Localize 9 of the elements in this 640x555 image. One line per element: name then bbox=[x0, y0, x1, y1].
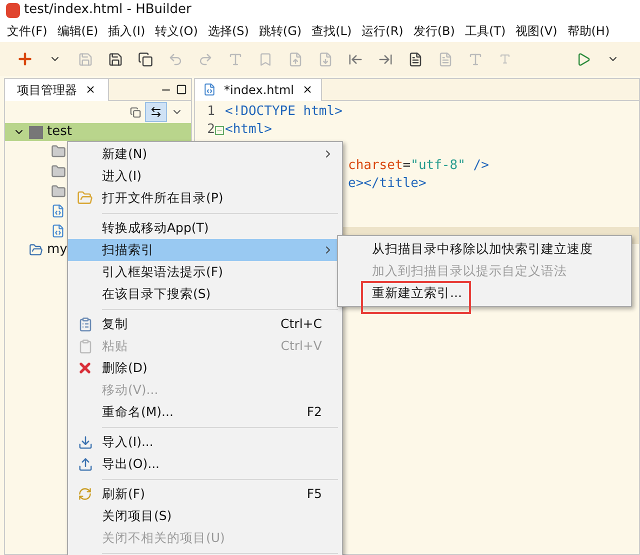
tree-label: test bbox=[47, 123, 72, 142]
code-text: e></title> bbox=[348, 176, 426, 192]
line-number: 2 bbox=[206, 121, 215, 140]
code-text: <!DOCTYPE html> bbox=[225, 104, 342, 120]
window-title: test/index.html - HBuilder bbox=[24, 1, 192, 20]
line-number: 1 bbox=[206, 103, 215, 122]
tree-label: my bbox=[47, 241, 68, 260]
code-text: charset="utf-8" /> bbox=[348, 158, 489, 174]
code-text: <html> bbox=[225, 122, 272, 138]
